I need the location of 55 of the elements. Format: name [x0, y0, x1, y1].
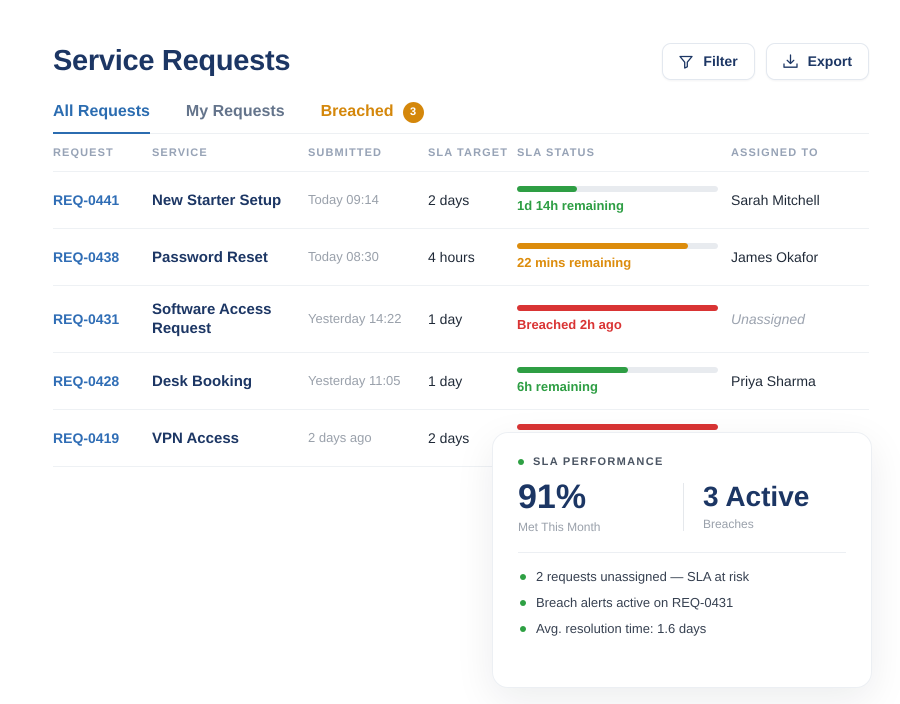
- bullet-dot-icon: [520, 626, 526, 632]
- count-badge: 3: [402, 102, 424, 122]
- service-name: New Starter Setup: [152, 190, 282, 210]
- service-name: Software Access Request: [152, 300, 273, 338]
- stat-label: Breaches: [703, 516, 755, 532]
- column-header: SLA STATUS: [517, 146, 596, 160]
- note-text: Avg. resolution time: 1.6 days: [536, 621, 706, 637]
- bullet-dot-icon: [520, 600, 526, 606]
- submitted-time: Yesterday 14:22: [308, 310, 402, 328]
- tab[interactable]: Breached 3: [320, 100, 424, 134]
- download-icon: [782, 54, 798, 69]
- stat-value: 91%: [518, 478, 588, 516]
- status-dot-icon: [518, 459, 524, 465]
- submitted-time: Yesterday 11:05: [308, 372, 401, 390]
- filter-icon: [679, 54, 694, 68]
- request-id-link[interactable]: REQ-0419: [53, 429, 120, 447]
- tab[interactable]: All Requests: [53, 100, 150, 134]
- sla-target: 1 day: [428, 372, 462, 390]
- service-name: VPN Access: [152, 428, 239, 448]
- column-header: REQUEST: [53, 146, 114, 160]
- column-header: SERVICE: [152, 146, 208, 160]
- page-title: Service Requests: [53, 44, 290, 79]
- column-header: SLA TARGET: [428, 146, 508, 160]
- stat-value: 3 Active: [703, 480, 810, 514]
- request-id-link[interactable]: REQ-0428: [53, 372, 120, 390]
- sla-status-text: 1d 14h remaining: [517, 198, 624, 214]
- request-id-link[interactable]: REQ-0438: [53, 248, 120, 266]
- stat-label: Met This Month: [518, 519, 602, 535]
- submitted-time: Today 08:30: [308, 248, 379, 266]
- tab[interactable]: My Requests: [186, 100, 285, 134]
- assignee-name: Priya Sharma: [731, 372, 816, 390]
- submitted-time: Today 09:14: [308, 191, 379, 209]
- bullet-dot-icon: [520, 574, 526, 580]
- service-name: Password Reset: [152, 248, 268, 266]
- request-id-link[interactable]: REQ-0431: [53, 310, 120, 328]
- sla-target: 2 days: [428, 429, 470, 447]
- assignee-name: James Okafor: [731, 248, 818, 266]
- assignee-name: Sarah Mitchell: [731, 191, 820, 209]
- column-header: ASSIGNED TO: [731, 146, 819, 160]
- sla-target: 4 hours: [428, 248, 475, 266]
- export-button[interactable]: Export: [766, 43, 869, 80]
- sla-status-text: 22 mins remaining: [517, 255, 632, 271]
- sla-target: 1 day: [428, 310, 462, 328]
- filter-button[interactable]: Filter: [662, 43, 755, 80]
- sla-target: 2 days: [428, 191, 470, 209]
- submitted-time: 2 days ago: [308, 429, 372, 447]
- sla-status-text: 6h remaining: [517, 379, 598, 395]
- assignee-name: Unassigned: [731, 310, 805, 328]
- card-title: SLA PERFORMANCE: [533, 455, 664, 470]
- service-name: Desk Booking: [152, 372, 252, 390]
- column-header: SUBMITTED: [308, 146, 382, 160]
- sla-status-text: Breached 2h ago: [517, 317, 622, 333]
- request-id-link[interactable]: REQ-0441: [53, 191, 120, 209]
- note-text: 2 requests unassigned — SLA at risk: [536, 569, 750, 585]
- note-text: Breach alerts active on REQ-0431: [536, 595, 734, 611]
